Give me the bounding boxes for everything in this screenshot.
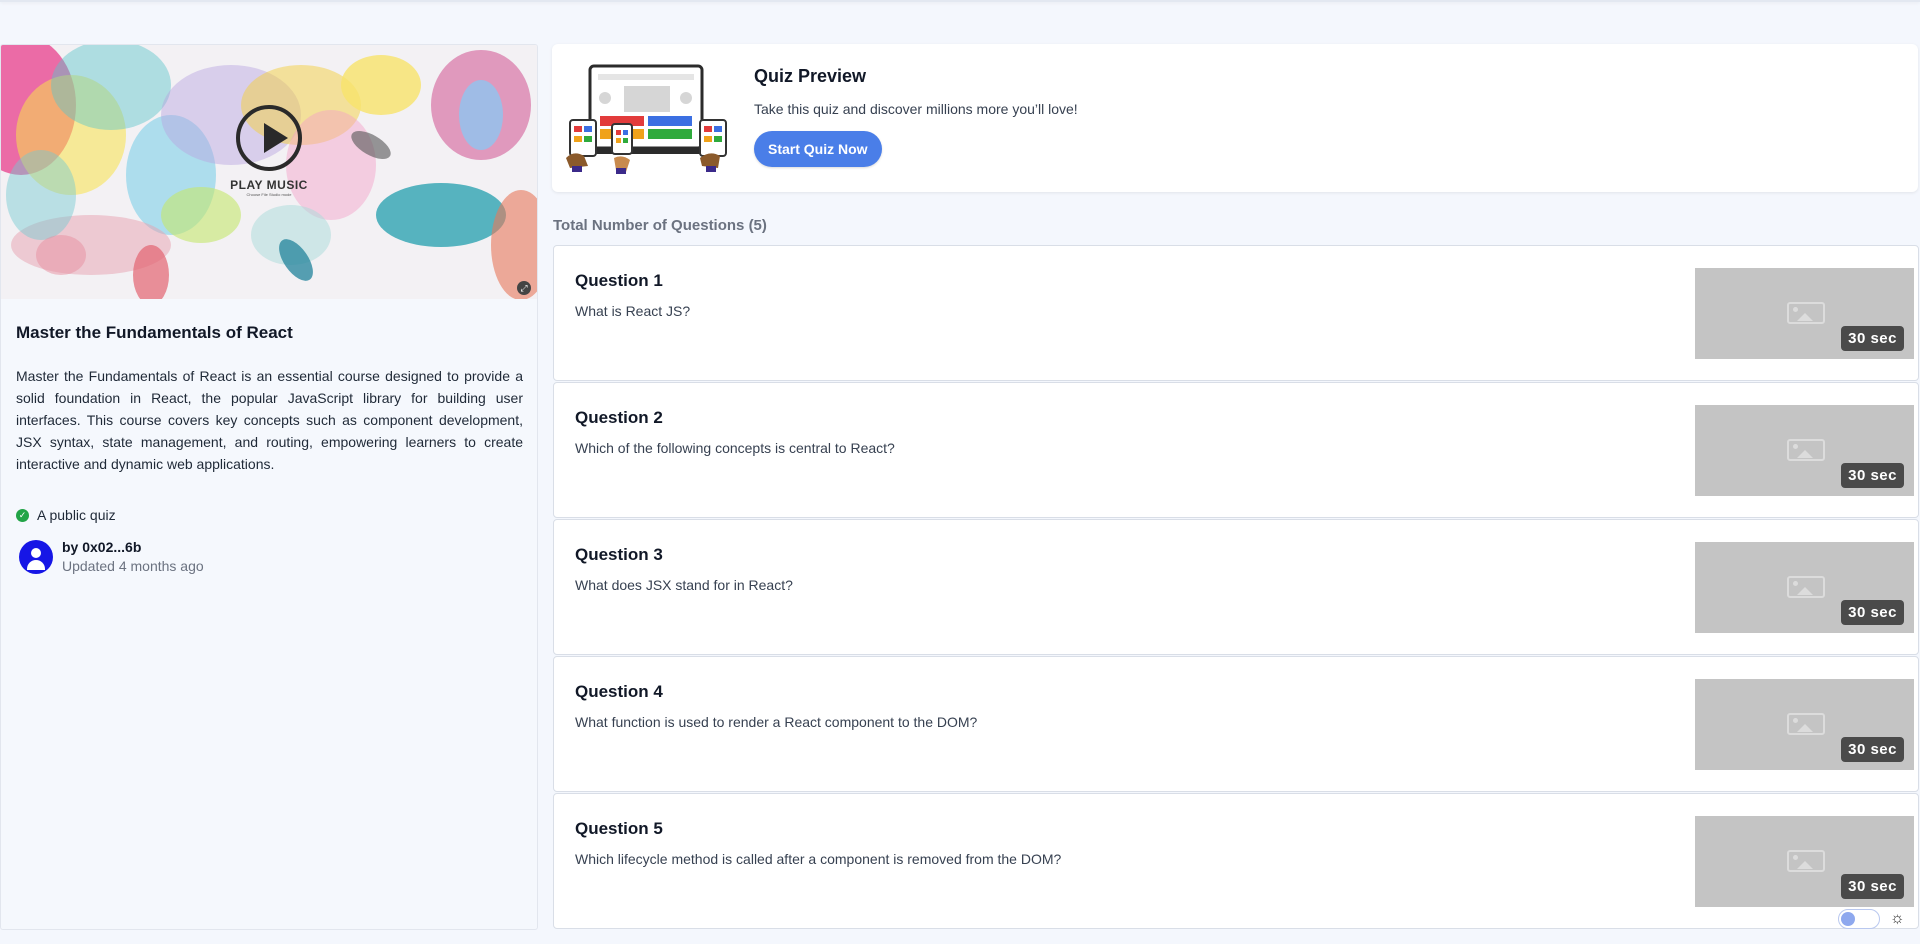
image-icon bbox=[1787, 576, 1825, 598]
question-text: Which lifecycle method is called after a… bbox=[575, 851, 1062, 867]
time-badge: 30 sec bbox=[1841, 600, 1904, 625]
author-name[interactable]: by 0x02...6b bbox=[62, 539, 204, 555]
question-card[interactable]: Question 1 What is React JS? 30 sec bbox=[553, 245, 1919, 381]
question-title: Question 4 bbox=[575, 682, 663, 701]
play-music-sub: Choose File Studio mode bbox=[246, 192, 292, 197]
question-list: Question 1 What is React JS? 30 sec Ques… bbox=[553, 245, 1919, 930]
course-title: Master the Fundamentals of React bbox=[16, 323, 293, 342]
question-title: Question 2 bbox=[575, 408, 663, 427]
updated-time: Updated 4 months ago bbox=[62, 558, 204, 574]
question-image-placeholder: 30 sec bbox=[1695, 816, 1914, 907]
image-icon bbox=[1787, 850, 1825, 872]
time-badge: 30 sec bbox=[1841, 874, 1904, 899]
question-card[interactable]: Question 3 What does JSX stand for in Re… bbox=[553, 519, 1919, 655]
image-icon bbox=[1787, 439, 1825, 461]
sun-icon[interactable]: ☼ bbox=[1890, 909, 1905, 929]
author-row: by 0x02...6b Updated 4 months ago bbox=[16, 539, 523, 574]
course-description: Master the Fundamentals of React is an e… bbox=[16, 368, 523, 472]
question-title: Question 3 bbox=[575, 545, 663, 564]
time-badge: 30 sec bbox=[1841, 326, 1904, 351]
quiz-illustration bbox=[566, 64, 727, 174]
question-image-placeholder: 30 sec bbox=[1695, 268, 1914, 359]
quiz-preview-card: Quiz Preview Take this quiz and discover… bbox=[552, 44, 1918, 192]
time-badge: 30 sec bbox=[1841, 737, 1904, 762]
question-text: What does JSX stand for in React? bbox=[575, 577, 793, 593]
start-quiz-button[interactable]: Start Quiz Now bbox=[754, 131, 882, 167]
check-circle-icon: ✓ bbox=[16, 508, 29, 522]
top-bar bbox=[0, 0, 1920, 2]
question-image-placeholder: 30 sec bbox=[1695, 405, 1914, 496]
question-card[interactable]: Question 4 What function is used to rend… bbox=[553, 656, 1919, 792]
avatar[interactable] bbox=[19, 539, 53, 574]
question-card[interactable]: Question 2 Which of the following concep… bbox=[553, 382, 1919, 518]
question-card[interactable]: Question 5 Which lifecycle method is cal… bbox=[553, 793, 1919, 929]
visibility-label: A public quiz bbox=[37, 507, 116, 523]
question-text: Which of the following concepts is centr… bbox=[575, 440, 895, 456]
preview-subtitle: Take this quiz and discover millions mor… bbox=[754, 101, 1078, 117]
play-music-label: PLAY MUSIC bbox=[230, 178, 308, 192]
question-text: What function is used to render a React … bbox=[575, 714, 978, 730]
question-image-placeholder: 30 sec bbox=[1695, 542, 1914, 633]
image-icon bbox=[1787, 713, 1825, 735]
image-icon bbox=[1787, 302, 1825, 324]
question-title: Question 5 bbox=[575, 819, 663, 838]
preview-title: Quiz Preview bbox=[754, 66, 867, 86]
expand-icon[interactable]: ⤢ bbox=[517, 281, 531, 295]
course-panel: PLAY MUSIC Choose File Studio mode ⤢ Mas… bbox=[0, 44, 538, 930]
questions-count-heading: Total Number of Questions (5) bbox=[553, 217, 767, 234]
question-image-placeholder: 30 sec bbox=[1695, 679, 1914, 770]
play-icon[interactable] bbox=[236, 105, 302, 171]
toggle-knob bbox=[1841, 912, 1855, 926]
theme-toggle[interactable] bbox=[1838, 909, 1880, 929]
question-title: Question 1 bbox=[575, 271, 663, 290]
course-cover-image[interactable]: PLAY MUSIC Choose File Studio mode ⤢ bbox=[1, 45, 537, 299]
visibility-row: ✓ A public quiz bbox=[16, 507, 523, 523]
question-text: What is React JS? bbox=[575, 303, 691, 319]
time-badge: 30 sec bbox=[1841, 463, 1904, 488]
